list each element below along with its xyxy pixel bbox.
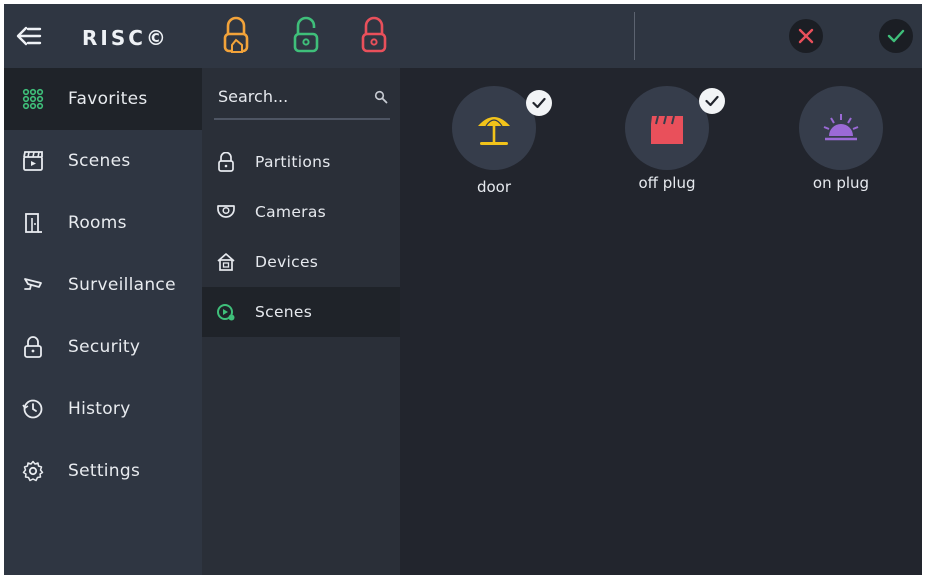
- sidebar-item-settings[interactable]: Settings: [4, 440, 202, 502]
- lock-icon: [20, 334, 46, 360]
- history-icon: [20, 396, 46, 422]
- search-placeholder: Search...: [218, 87, 289, 106]
- camera-icon: [215, 201, 237, 223]
- scene-tile-label: off plug: [638, 174, 696, 192]
- confirm-button[interactable]: [879, 19, 913, 53]
- camera-icon: [20, 272, 46, 298]
- selected-check-icon: [699, 88, 725, 114]
- grid-icon: [20, 86, 46, 112]
- sidebar-item-label: Surveillance: [68, 275, 176, 295]
- scene-icon: [215, 301, 237, 323]
- category-item-devices[interactable]: Devices: [202, 237, 400, 287]
- sidebar-item-security[interactable]: Security: [4, 316, 202, 378]
- sidebar-item-label: Favorites: [68, 89, 148, 109]
- category-item-partitions[interactable]: Partitions: [202, 137, 400, 187]
- sidebar-item-label: History: [68, 399, 131, 419]
- lock-icon: [215, 151, 237, 173]
- cancel-button[interactable]: [789, 19, 823, 53]
- door-icon: [20, 210, 46, 236]
- scene-tile-label: on plug: [812, 174, 870, 192]
- sidebar-item-favorites[interactable]: Favorites: [4, 68, 202, 130]
- sidebar-item-label: Rooms: [68, 213, 127, 233]
- gear-icon: [20, 458, 46, 484]
- back-arrow-icon[interactable]: [14, 22, 44, 50]
- category-item-cameras[interactable]: Cameras: [202, 187, 400, 237]
- house-icon: [215, 251, 237, 273]
- category-item-label: Partitions: [255, 153, 331, 171]
- category-item-label: Devices: [255, 253, 319, 271]
- search-icon[interactable]: [374, 90, 388, 104]
- toolbar-divider: [634, 12, 635, 60]
- scene-tile-on-plug[interactable]: on plug: [781, 86, 901, 206]
- category-item-scenes[interactable]: Scenes: [202, 287, 400, 337]
- category-panel: Search... Partitions Cameras Devices Sce…: [202, 68, 400, 575]
- sunrise-icon: [823, 114, 859, 141]
- check-icon: [887, 29, 905, 43]
- risco-logo: RISC©: [82, 26, 169, 50]
- beach-umbrella-icon: [478, 117, 510, 145]
- sidebar: Favorites Scenes Rooms Surveillance Secu…: [4, 68, 202, 575]
- lock-home-icon[interactable]: [222, 16, 250, 56]
- lock-open-icon[interactable]: [292, 16, 320, 56]
- app-window: RISC© Favorites Scenes Rooms Surveillanc…: [4, 4, 922, 575]
- category-item-label: Scenes: [255, 303, 313, 321]
- sidebar-item-label: Scenes: [68, 151, 131, 171]
- sidebar-item-label: Security: [68, 337, 141, 357]
- sidebar-item-surveillance[interactable]: Surveillance: [4, 254, 202, 316]
- top-bar: RISC©: [4, 4, 922, 68]
- clapperboard-icon: [651, 115, 683, 144]
- sidebar-item-label: Settings: [68, 461, 141, 481]
- scene-tile-off-plug[interactable]: off plug: [607, 86, 727, 206]
- scene-tile-circle[interactable]: [452, 86, 536, 170]
- scene-tile-door[interactable]: door: [434, 86, 554, 206]
- scene-tile-circle[interactable]: [799, 86, 883, 170]
- lock-closed-icon[interactable]: [360, 16, 388, 56]
- close-icon: [798, 28, 814, 44]
- clapperboard-icon: [20, 148, 46, 174]
- sidebar-item-rooms[interactable]: Rooms: [4, 192, 202, 254]
- favorites-grid: door off plug on plug: [400, 68, 922, 575]
- sidebar-item-history[interactable]: History: [4, 378, 202, 440]
- category-item-label: Cameras: [255, 203, 327, 221]
- scene-tile-label: door: [476, 178, 512, 196]
- search-input[interactable]: Search...: [214, 78, 390, 120]
- selected-check-icon: [526, 90, 552, 116]
- scene-tile-circle[interactable]: [625, 86, 709, 170]
- sidebar-item-scenes[interactable]: Scenes: [4, 130, 202, 192]
